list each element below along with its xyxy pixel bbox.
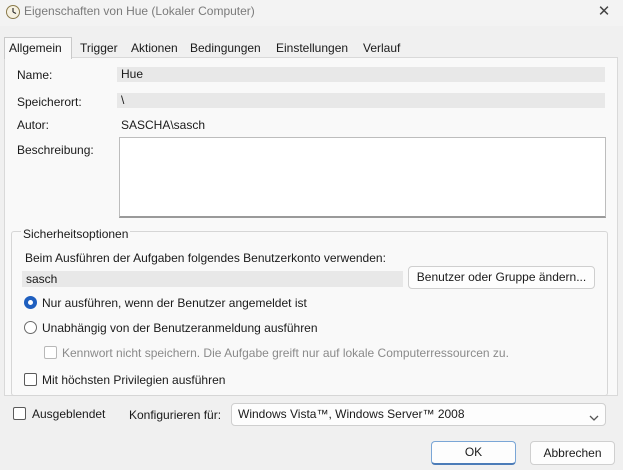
no-password-label: Kennwort nicht speichern. Die Aufgabe gr… [62,346,509,360]
configure-label: Konfigurieren für: [129,408,222,422]
highest-privileges-label[interactable]: Mit höchsten Privilegien ausführen [42,373,225,387]
name-label: Name: [17,68,53,82]
author-value: SASCHA\sasch [121,118,206,132]
highest-privileges-checkbox[interactable] [24,373,37,386]
name-field[interactable]: Hue [117,67,605,82]
tab-allgemein[interactable]: Allgemein [4,37,72,59]
account-prompt: Beim Ausführen der Aufgaben folgendes Be… [25,251,386,265]
tab-einstellungen[interactable]: Einstellungen [271,39,353,58]
change-user-button[interactable]: Benutzer oder Gruppe ändern... [408,266,595,289]
account-field: sasch [22,271,403,287]
window-title: Eigenschaften von Hue (Lokaler Computer) [24,4,255,18]
author-label: Autor: [17,118,50,132]
radio-run-logged-on-label[interactable]: Nur ausführen, wenn der Benutzer angemel… [42,296,307,310]
configure-select[interactable]: Windows Vista™, Windows Server™ 2008 [231,403,606,426]
radio-run-whether-logged[interactable] [24,321,37,334]
radio-run-whether-logged-label[interactable]: Unabhängig von der Benutzeranmeldung aus… [42,321,318,335]
chevron-down-icon [589,409,599,421]
ok-button[interactable]: OK [431,441,516,465]
close-icon[interactable]: ✕ [593,2,615,22]
clock-task-icon [5,4,21,20]
tab-trigger[interactable]: Trigger [75,39,123,58]
tab-aktionen[interactable]: Aktionen [126,39,183,58]
no-password-checkbox[interactable] [44,346,57,359]
configure-select-value: Windows Vista™, Windows Server™ 2008 [238,407,465,421]
hidden-checkbox[interactable] [13,407,26,420]
security-options-title: Sicherheitsoptionen [21,227,131,241]
tab-verlauf[interactable]: Verlauf [358,39,405,58]
cancel-button[interactable]: Abbrechen [530,441,615,465]
hidden-label[interactable]: Ausgeblendet [32,407,105,421]
radio-run-logged-on[interactable] [24,296,37,309]
tab-bedingungen[interactable]: Bedingungen [185,39,266,58]
title-bar: Eigenschaften von Hue (Lokaler Computer)… [0,0,623,26]
description-label: Beschreibung: [17,143,94,157]
location-field: \ [117,93,605,108]
description-textarea[interactable] [119,137,606,218]
location-label: Speicherort: [17,95,82,109]
